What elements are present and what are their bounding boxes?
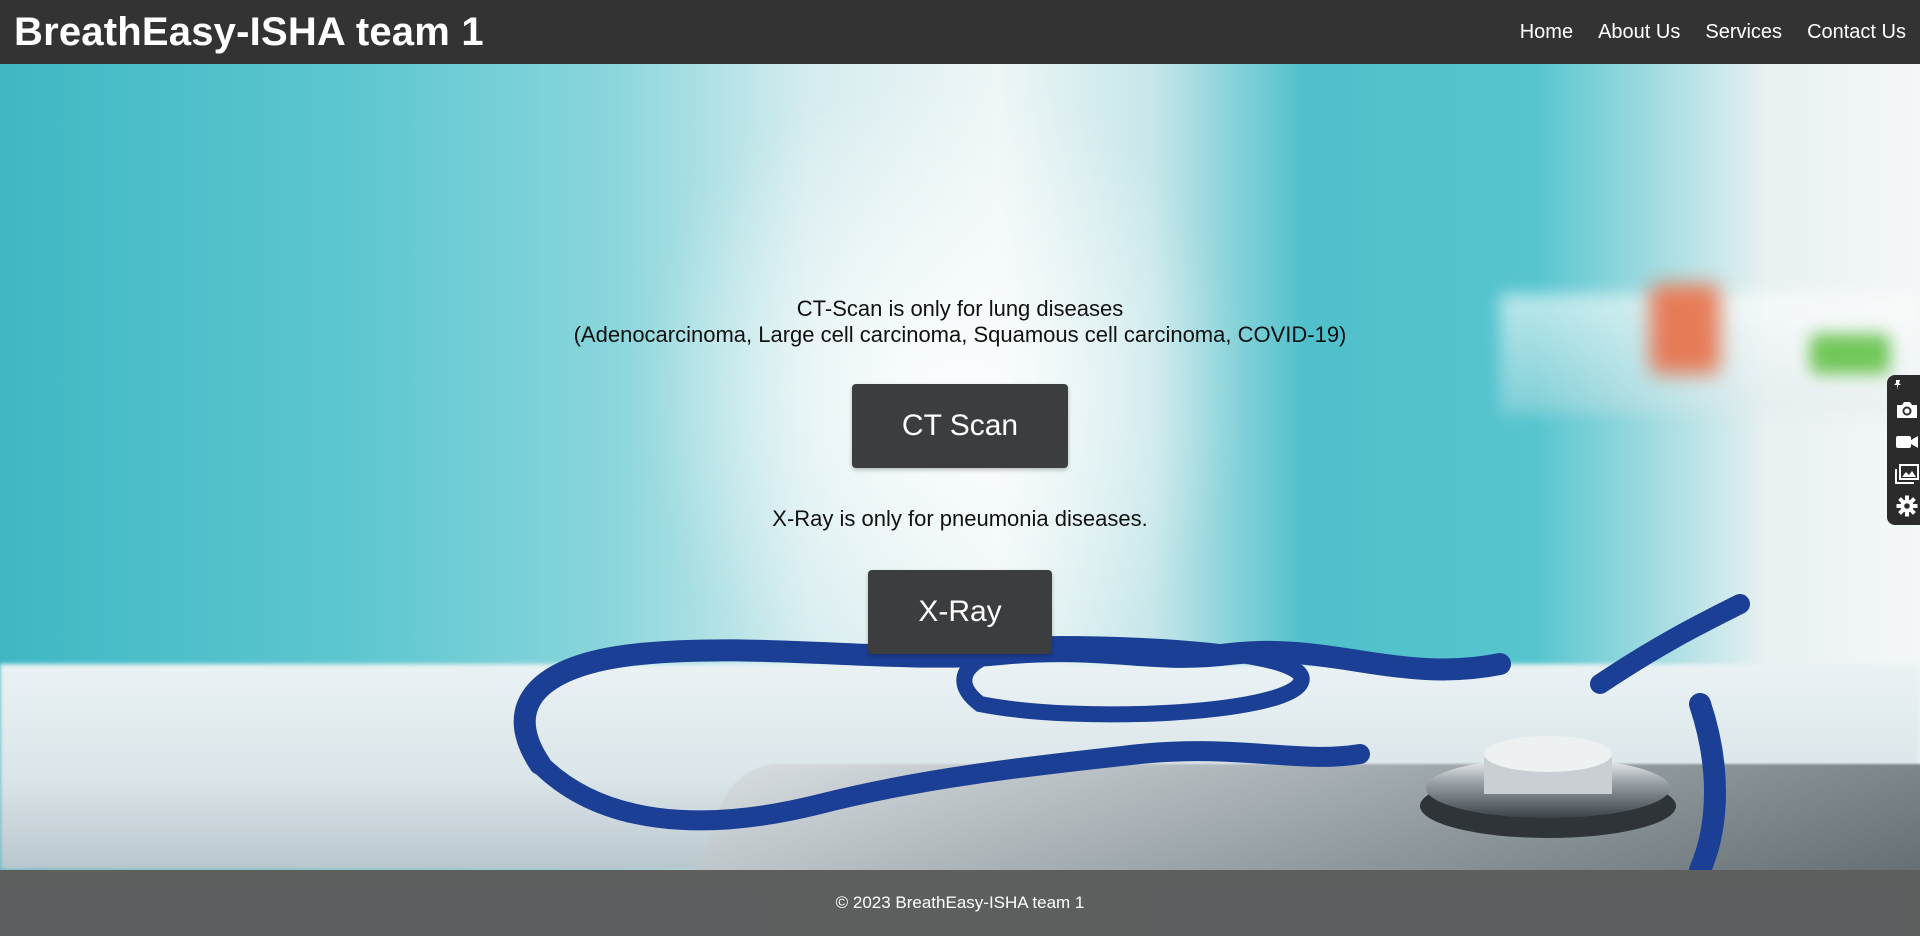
pin-icon[interactable] <box>1892 379 1920 391</box>
gear-icon[interactable] <box>1892 493 1920 519</box>
nav-contact-us-link[interactable]: Contact Us <box>1807 21 1906 44</box>
ct-scan-info-line1: CT-Scan is only for lung diseases <box>796 296 1124 321</box>
camera-icon[interactable] <box>1892 397 1920 423</box>
main-content: CT-Scan is only for lung diseases (Adeno… <box>0 64 1920 870</box>
nav-services-link[interactable]: Services <box>1705 21 1782 44</box>
video-camera-icon[interactable] <box>1892 429 1920 455</box>
site-footer: © 2023 BreathEasy-ISHA team 1 <box>0 870 1920 936</box>
ct-scan-info: CT-Scan is only for lung diseases (Adeno… <box>574 296 1347 348</box>
capture-toolbar <box>1887 375 1920 525</box>
site-title: BreathEasy-ISHA team 1 <box>14 9 484 54</box>
main-nav: Home About Us Services Contact Us <box>1520 21 1906 44</box>
xray-info: X-Ray is only for pneumonia diseases. <box>772 506 1148 531</box>
xray-button[interactable]: X-Ray <box>868 570 1052 654</box>
nav-about-us-link[interactable]: About Us <box>1598 21 1680 44</box>
site-header: BreathEasy-ISHA team 1 Home About Us Ser… <box>0 0 1920 64</box>
footer-copyright: © 2023 BreathEasy-ISHA team 1 <box>835 893 1085 912</box>
ct-scan-info-line2: (Adenocarcinoma, Large cell carcinoma, S… <box>573 322 1347 347</box>
ct-scan-button[interactable]: CT Scan <box>852 384 1068 468</box>
nav-home-link[interactable]: Home <box>1520 21 1573 44</box>
gallery-icon[interactable] <box>1892 461 1920 487</box>
